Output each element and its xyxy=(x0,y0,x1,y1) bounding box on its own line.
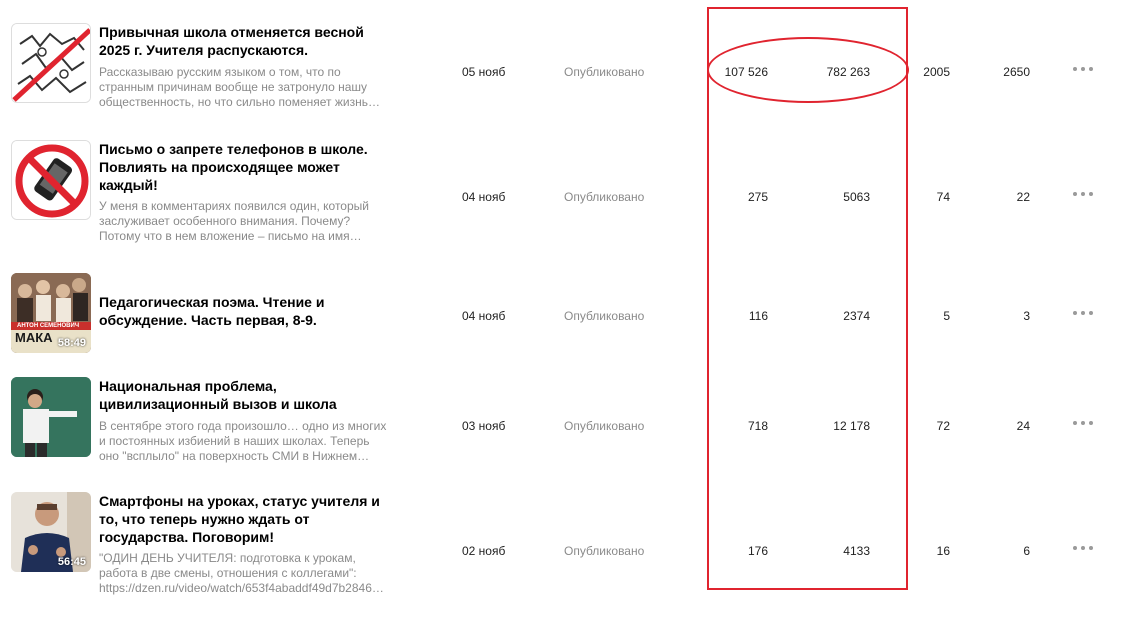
dot-icon xyxy=(1073,311,1077,315)
article-title[interactable]: Смартфоны на уроках, статус учителя и то… xyxy=(99,492,394,546)
status-cell: Опубликовано xyxy=(564,309,645,323)
article-title[interactable]: Педагогическая поэма. Чтение и обсуждени… xyxy=(99,293,394,329)
book-cover-icon[interactable]: АНТОН СЕМЕНОВИЧ МАКА 58:49 xyxy=(11,273,91,353)
comments-cell: 6 xyxy=(1023,544,1030,558)
status-cell: Опубликовано xyxy=(564,544,645,558)
date-cell: 02 нояб xyxy=(462,544,506,558)
dot-icon xyxy=(1073,546,1077,550)
video-duration: 58:49 xyxy=(57,337,86,349)
dot-icon xyxy=(1081,311,1085,315)
status-cell: Опубликовано xyxy=(564,190,645,204)
impressions-cell: 12 178 xyxy=(833,419,870,433)
reads-cell: 74 xyxy=(936,190,950,204)
more-options-button[interactable] xyxy=(1073,545,1093,551)
views-cell: 176 xyxy=(747,544,768,558)
article-snippet: В сентябре этого года произошло… одно из… xyxy=(99,419,387,463)
views-cell: 107 526 xyxy=(724,65,768,79)
article-title[interactable]: Письмо о запрете телефонов в школе. Повл… xyxy=(99,140,394,194)
article-title[interactable]: Национальная проблема, цивилизационный в… xyxy=(99,377,394,413)
table-row[interactable]: 56:45 Смартфоны на уроках, статус учител… xyxy=(0,492,1135,602)
dot-icon xyxy=(1089,192,1093,196)
impressions-cell: 4133 xyxy=(843,544,870,558)
video-duration: 56:45 xyxy=(57,556,86,568)
table-row[interactable]: Привычная школа отменяется весной 2025 г… xyxy=(0,15,1135,125)
table-row[interactable]: Письмо о запрете телефонов в школе. Повл… xyxy=(0,140,1135,250)
dot-icon xyxy=(1081,421,1085,425)
reads-cell: 2005 xyxy=(923,65,950,79)
dot-icon xyxy=(1089,421,1093,425)
article-title[interactable]: Привычная школа отменяется весной 2025 г… xyxy=(99,23,394,59)
comments-cell: 22 xyxy=(1016,190,1030,204)
article-snippet: Рассказываю русским языком о том, что по… xyxy=(99,65,380,109)
date-cell: 04 нояб xyxy=(462,309,506,323)
thumb-caption: МАКА xyxy=(15,330,53,345)
dot-icon xyxy=(1081,192,1085,196)
comments-cell: 24 xyxy=(1016,419,1030,433)
views-cell: 275 xyxy=(747,190,768,204)
more-options-button[interactable] xyxy=(1073,191,1093,197)
views-cell: 718 xyxy=(747,419,768,433)
table-row[interactable]: АНТОН СЕМЕНОВИЧ МАКА 58:49 Педагогическа… xyxy=(0,265,1135,375)
more-options-button[interactable] xyxy=(1073,310,1093,316)
impressions-cell: 782 263 xyxy=(826,65,870,79)
no-phone-icon[interactable] xyxy=(11,140,91,220)
dot-icon xyxy=(1081,67,1085,71)
reads-cell: 72 xyxy=(936,419,950,433)
views-cell: 116 xyxy=(748,309,768,323)
more-options-button[interactable] xyxy=(1073,420,1093,426)
status-cell: Опубликовано xyxy=(564,65,645,79)
impressions-cell: 2374 xyxy=(843,309,870,323)
table-row[interactable]: Национальная проблема, цивилизационный в… xyxy=(0,377,1135,487)
dot-icon xyxy=(1089,311,1093,315)
article-snippet: У меня в комментариях появился один, кот… xyxy=(99,199,369,243)
date-cell: 03 нояб xyxy=(462,419,506,433)
impressions-cell: 5063 xyxy=(843,190,870,204)
dot-icon xyxy=(1073,192,1077,196)
crossed-out-drawing-icon[interactable] xyxy=(11,23,91,103)
comments-cell: 3 xyxy=(1023,309,1030,323)
more-options-button[interactable] xyxy=(1073,66,1093,72)
article-snippet: "ОДИН ДЕНЬ УЧИТЕЛЯ: подготовка к урокам,… xyxy=(99,551,384,595)
speaker-video-icon[interactable]: 56:45 xyxy=(11,492,91,572)
classroom-photo-icon[interactable] xyxy=(11,377,91,457)
date-cell: 04 нояб xyxy=(462,190,506,204)
reads-cell: 16 xyxy=(936,544,950,558)
dot-icon xyxy=(1089,67,1093,71)
reads-cell: 5 xyxy=(943,309,950,323)
status-cell: Опубликовано xyxy=(564,419,645,433)
dot-icon xyxy=(1089,546,1093,550)
date-cell: 05 нояб xyxy=(462,65,506,79)
dot-icon xyxy=(1073,67,1077,71)
comments-cell: 2650 xyxy=(1003,65,1030,79)
dot-icon xyxy=(1081,546,1085,550)
thumb-caption: АНТОН СЕМЕНОВИЧ xyxy=(17,323,80,329)
dot-icon xyxy=(1073,421,1077,425)
